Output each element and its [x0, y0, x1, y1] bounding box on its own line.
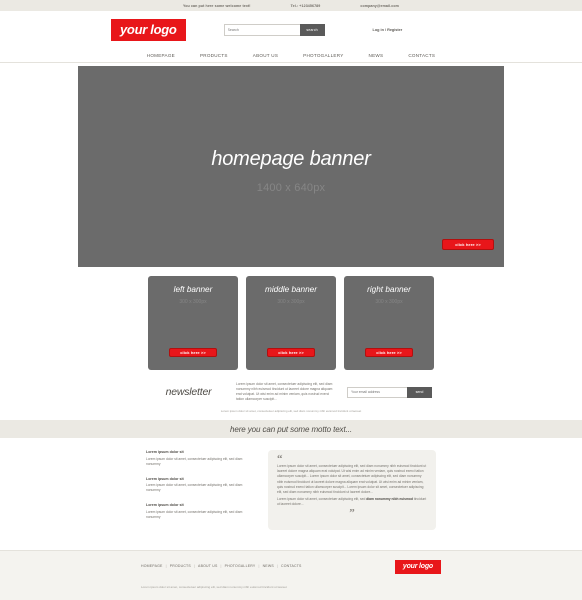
site-header: your logo search Log in / Register: [0, 11, 582, 48]
promo-title: left banner: [173, 285, 213, 294]
promo-dimensions: 300 x 300px: [277, 299, 305, 305]
promo-title: right banner: [367, 285, 411, 294]
search-button[interactable]: search: [299, 23, 325, 36]
footer-inner: HOMEPAGE | PRODUCTS | ABOUT US | PHOTOGALLERY |…: [141, 560, 441, 575]
promo-dimensions: 300 x 300px: [375, 299, 403, 305]
promo-banner-row: left banner 300 x 300px click here >> mi…: [148, 276, 434, 370]
motto-bar: here you can put some motto text...: [0, 420, 582, 438]
quote-p2-bold: diam nonummy nibh euismod: [366, 496, 413, 501]
content-area: Lorem ipsum dolor sit Lorem ipsum dolor …: [146, 450, 436, 531]
footer-nav-item-photogallery[interactable]: PHOTOGALLERY: [225, 564, 256, 568]
newsletter-send-button[interactable]: send: [407, 386, 432, 398]
site-footer: HOMEPAGE | PRODUCTS | ABOUT US | PHOTOGALLERY |…: [0, 550, 582, 600]
quote-box: “ Lorem ipsum dolor sit amet, consectetu…: [268, 450, 436, 531]
newsletter-form: send: [347, 386, 432, 398]
news-heading: Lorem ipsum dolor sit: [146, 450, 184, 454]
quote-paragraph-2: Lorem ipsum dolor sit amet, consectetuer…: [277, 497, 427, 508]
promo-cta-button[interactable]: click here >>: [365, 348, 413, 357]
quote-open-mark: “: [277, 453, 283, 465]
promo-banner-left[interactable]: left banner 300 x 300px click here >>: [148, 276, 238, 370]
search-input[interactable]: [223, 23, 300, 36]
account-links[interactable]: Log in / Register: [373, 28, 403, 32]
news-body: Lorem ipsum dolor sit amet, consectetuer…: [146, 509, 243, 520]
footer-separator: |: [193, 564, 196, 569]
newsletter-email-input[interactable]: [347, 386, 407, 398]
newsletter-title: newsletter: [165, 386, 212, 398]
banner-cta-button[interactable]: click here >>: [442, 239, 494, 250]
footer-separator: |: [258, 564, 260, 569]
promo-cta-button[interactable]: click here >>: [267, 348, 315, 357]
footer-nav-item-homepage[interactable]: HOMEPAGE: [141, 564, 163, 568]
homepage-banner[interactable]: homepage banner 1400 x 640px click here …: [78, 66, 504, 267]
promo-title: middle banner: [265, 285, 317, 294]
nav-item-news[interactable]: NEWS: [369, 53, 384, 58]
header-inner: your logo search Log in / Register: [111, 11, 471, 48]
nav-item-photogallery[interactable]: PHOTOGALLERY: [303, 53, 343, 58]
search-form: search: [223, 23, 325, 36]
welcome-text: You can put here some welcome text!: [183, 3, 251, 8]
promo-banner-right[interactable]: right banner 300 x 300px click here >>: [344, 276, 434, 370]
footer-copyright: Lorem ipsum dolor sit amet, consectetuer…: [141, 585, 287, 590]
news-heading: Lorem ipsum dolor sit: [146, 476, 184, 481]
news-heading: Lorem ipsum dolor sit: [146, 503, 184, 508]
footer-separator: |: [220, 564, 222, 569]
news-column: Lorem ipsum dolor sit Lorem ipsum dolor …: [146, 450, 251, 530]
banner-dimensions: 1400 x 640px: [256, 182, 326, 194]
newsletter-section: newsletter Lorem ipsum dolor sit amet, c…: [141, 382, 441, 402]
motto-text: here you can put some motto text...: [230, 424, 352, 434]
main-navigation: HOMEPAGE PRODUCTS ABOUT US PHOTOGALLERY …: [0, 48, 582, 63]
news-body: Lorem ipsum dolor sit amet, consectetuer…: [146, 483, 243, 493]
quote-p2-lead: Lorem ipsum dolor sit amet, consectetuer…: [277, 496, 367, 501]
newsletter-description: Lorem ipsum dolor sit amet, consectetuer…: [236, 382, 333, 401]
footer-logo[interactable]: your logo: [394, 560, 441, 575]
top-info-bar: You can put here some welcome text! Tel.…: [0, 0, 582, 11]
phone-text: Tel.: +123456789: [290, 3, 321, 8]
promo-dimensions: 300 x 300px: [179, 299, 207, 305]
footer-navigation: HOMEPAGE | PRODUCTS | ABOUT US | PHOTOGALLERY |…: [141, 560, 302, 568]
list-item[interactable]: Lorem ipsum dolor sit Lorem ipsum dolor …: [146, 503, 251, 520]
site-logo[interactable]: your logo: [111, 18, 186, 41]
quote-close-mark: ”: [349, 507, 355, 520]
footer-nav-item-about-us[interactable]: ABOUT US: [198, 564, 217, 568]
quote-paragraph-1: Lorem ipsum dolor sit amet, consectetuer…: [277, 463, 427, 495]
email-text: company@email.com: [360, 3, 399, 8]
list-item[interactable]: Lorem ipsum dolor sit Lorem ipsum dolor …: [146, 477, 251, 494]
nav-item-homepage[interactable]: HOMEPAGE: [147, 53, 175, 58]
newsletter-fine-print: Lorem ipsum dolor sit amet, consectetuer…: [220, 409, 362, 413]
promo-cta-button[interactable]: click here >>: [169, 348, 217, 357]
nav-item-products[interactable]: PRODUCTS: [200, 53, 228, 58]
footer-nav-item-news[interactable]: NEWS: [263, 564, 274, 568]
nav-item-contacts[interactable]: CONTACTS: [408, 53, 435, 58]
banner-title: homepage banner: [211, 148, 371, 170]
footer-separator: |: [276, 564, 278, 569]
promo-banner-middle[interactable]: middle banner 300 x 300px click here >>: [246, 276, 336, 370]
nav-item-about-us[interactable]: ABOUT US: [253, 53, 278, 58]
news-body: Lorem ipsum dolor sit amet, consectetuer…: [146, 456, 243, 466]
footer-nav-item-contacts[interactable]: CONTACTS: [281, 564, 302, 568]
list-item[interactable]: Lorem ipsum dolor sit Lorem ipsum dolor …: [146, 450, 251, 467]
footer-separator: |: [165, 564, 167, 569]
footer-nav-item-products[interactable]: PRODUCTS: [170, 564, 191, 568]
